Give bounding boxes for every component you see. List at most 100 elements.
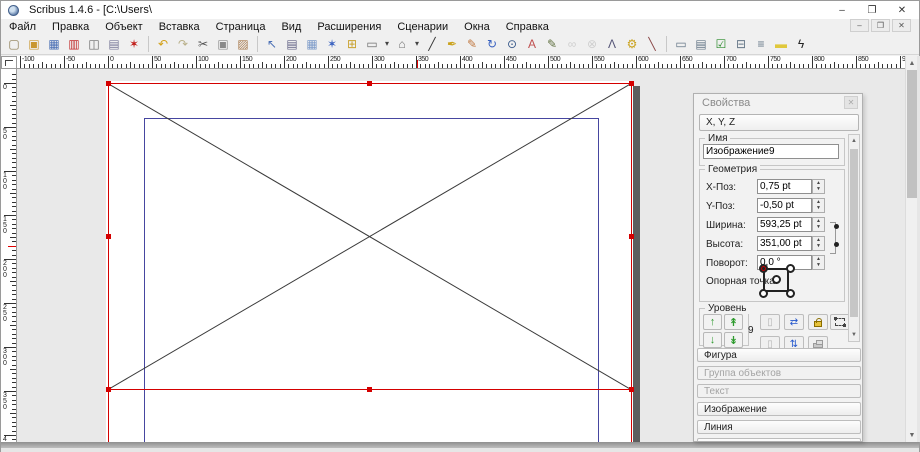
- handle-bottom-left[interactable]: [106, 387, 111, 392]
- unlink-text-frames-icon[interactable]: ⊗: [582, 35, 602, 53]
- rotate-item-icon[interactable]: ↻: [482, 35, 502, 53]
- copy-properties-icon[interactable]: ⚙: [622, 35, 642, 53]
- pdf-checkbox-icon[interactable]: ☑: [711, 35, 731, 53]
- lock-button[interactable]: [808, 314, 828, 330]
- handle-top-left[interactable]: [106, 81, 111, 86]
- tab-shape[interactable]: Фигура: [697, 348, 861, 362]
- export-pdf-icon[interactable]: ✶: [124, 35, 144, 53]
- handle-mid-left[interactable]: [106, 234, 111, 239]
- menu-extras[interactable]: Расширения: [309, 21, 389, 33]
- insert-shape-icon[interactable]: ▭: [362, 35, 382, 53]
- scrollbar-thumb[interactable]: [907, 70, 917, 198]
- basepoint-center[interactable]: [772, 275, 781, 284]
- palette-scrollbar-thumb[interactable]: [850, 149, 858, 317]
- ypos-input[interactable]: [757, 198, 812, 213]
- tab-line[interactable]: Линия: [697, 420, 861, 434]
- mdi-restore-button[interactable]: ❐: [871, 19, 890, 32]
- basepoint-top-right[interactable]: [786, 264, 795, 273]
- minimize-button[interactable]: –: [827, 1, 857, 19]
- mdi-minimize-button[interactable]: –: [850, 19, 869, 32]
- close-button[interactable]: ✕: [887, 1, 917, 19]
- ruler-origin-box[interactable]: [1, 56, 17, 69]
- cut-icon[interactable]: ✂: [193, 35, 213, 53]
- text-annotation-icon[interactable]: ▬: [771, 35, 791, 53]
- lower-to-bottom-button[interactable]: ↡: [724, 332, 743, 348]
- rotation-spinner[interactable]: ▲▼: [812, 255, 825, 270]
- xpos-input[interactable]: [757, 179, 812, 194]
- insert-bezier-icon[interactable]: ✒: [442, 35, 462, 53]
- ypos-spinner[interactable]: ▲▼: [812, 198, 825, 213]
- link-width-height-icon[interactable]: [830, 220, 840, 256]
- tab-colors[interactable]: Цвета: [697, 438, 861, 442]
- pdf-combo-box-icon[interactable]: ⊟: [731, 35, 751, 53]
- new-document-icon[interactable]: ▢: [4, 35, 24, 53]
- measurements-icon[interactable]: Λ: [602, 35, 622, 53]
- restore-button[interactable]: ❐: [857, 1, 887, 19]
- width-input[interactable]: [757, 217, 812, 232]
- menu-edit[interactable]: Правка: [44, 21, 97, 33]
- insert-render-frame-icon[interactable]: ✶: [322, 35, 342, 53]
- handle-mid-right[interactable]: [629, 234, 634, 239]
- menu-insert[interactable]: Вставка: [151, 21, 208, 33]
- height-spinner[interactable]: ▲▼: [812, 236, 825, 251]
- menu-windows[interactable]: Окна: [456, 21, 498, 33]
- menu-scripts[interactable]: Сценарии: [389, 21, 456, 33]
- basepoint-bottom-right[interactable]: [786, 289, 795, 298]
- vertical-ruler[interactable]: 050100150200250300350400: [1, 69, 17, 442]
- xpos-spinner[interactable]: ▲▼: [812, 179, 825, 194]
- canvas-vertical-scrollbar[interactable]: ▲ ▼: [905, 56, 917, 442]
- pdf-text-field-icon[interactable]: ▤: [691, 35, 711, 53]
- zoom-icon[interactable]: ⊙: [502, 35, 522, 53]
- mirror-horizontal-button[interactable]: ▯: [760, 314, 780, 330]
- shape-dropdown-icon[interactable]: ▾: [382, 35, 392, 53]
- select-item-icon[interactable]: ↖: [262, 35, 282, 53]
- menu-page[interactable]: Страница: [208, 21, 274, 33]
- handle-bottom-mid[interactable]: [367, 387, 372, 392]
- basepoint-bottom-left[interactable]: [759, 289, 768, 298]
- paste-icon[interactable]: ▨: [233, 35, 253, 53]
- menu-file[interactable]: Файл: [1, 21, 44, 33]
- polygon-dropdown-icon[interactable]: ▾: [412, 35, 422, 53]
- horizontal-ruler[interactable]: -100-50050100150200250300350400450500550…: [17, 56, 905, 69]
- eyedropper-icon[interactable]: ╲: [642, 35, 662, 53]
- tab-text[interactable]: Текст: [697, 384, 861, 398]
- tab-xyz[interactable]: X, Y, Z: [699, 114, 859, 131]
- menu-item-object[interactable]: Объект: [97, 21, 150, 33]
- link-text-frames-icon[interactable]: ∞: [562, 35, 582, 53]
- copy-icon[interactable]: ▣: [213, 35, 233, 53]
- close-document-icon[interactable]: ▥: [64, 35, 84, 53]
- menu-view[interactable]: Вид: [273, 21, 309, 33]
- undo-icon[interactable]: ↶: [153, 35, 173, 53]
- palette-scroll-down-icon[interactable]: ▼: [849, 330, 859, 340]
- redo-icon[interactable]: ↷: [173, 35, 193, 53]
- print-icon[interactable]: ◫: [84, 35, 104, 53]
- raise-to-top-button[interactable]: ↟: [724, 314, 743, 330]
- tab-image[interactable]: Изображение: [697, 402, 861, 416]
- preflight-verifier-icon[interactable]: ▤: [104, 35, 124, 53]
- edit-contents-icon[interactable]: A: [522, 35, 542, 53]
- tab-group[interactable]: Группа объектов: [697, 366, 861, 380]
- height-input[interactable]: [757, 236, 812, 251]
- palette-close-button[interactable]: ✕: [844, 96, 858, 109]
- save-document-icon[interactable]: ▦: [44, 35, 64, 53]
- pdf-push-button-icon[interactable]: ▭: [671, 35, 691, 53]
- width-spinner[interactable]: ▲▼: [812, 217, 825, 232]
- open-document-icon[interactable]: ▣: [24, 35, 44, 53]
- handle-top-right[interactable]: [629, 81, 634, 86]
- palette-scroll-up-icon[interactable]: ▲: [849, 136, 859, 146]
- insert-table-icon[interactable]: ⊞: [342, 35, 362, 53]
- story-editor-icon[interactable]: ✎: [542, 35, 562, 53]
- pdf-list-box-icon[interactable]: ≡: [751, 35, 771, 53]
- menu-help[interactable]: Справка: [498, 21, 557, 33]
- palette-scrollbar[interactable]: ▲ ▼: [848, 134, 860, 342]
- flip-horizontal-button[interactable]: ⇄: [784, 314, 804, 330]
- insert-image-frame-icon[interactable]: ▦: [302, 35, 322, 53]
- name-input[interactable]: [703, 144, 839, 159]
- mdi-close-button[interactable]: ✕: [892, 19, 911, 32]
- insert-polygon-icon[interactable]: ⌂: [392, 35, 412, 53]
- insert-text-frame-icon[interactable]: ▤: [282, 35, 302, 53]
- basepoint-top-left[interactable]: [759, 264, 768, 273]
- raise-button[interactable]: ↑: [703, 314, 722, 330]
- handle-bottom-right[interactable]: [629, 387, 634, 392]
- handle-top-mid[interactable]: [367, 81, 372, 86]
